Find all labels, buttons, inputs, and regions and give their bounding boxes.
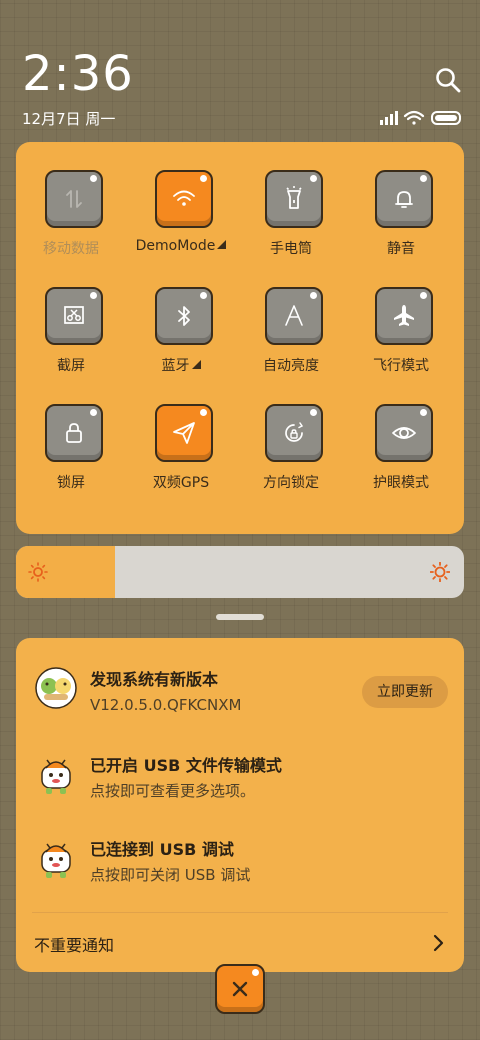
- auto-brightness-icon: [285, 305, 303, 326]
- expand-triangle-icon[interactable]: [217, 240, 227, 249]
- tile-label: 静音: [346, 238, 456, 258]
- wifi-icon: [173, 190, 195, 206]
- tile-toggle[interactable]: [265, 170, 323, 228]
- tile-toggle[interactable]: [155, 287, 213, 345]
- airplane-icon: [394, 305, 414, 326]
- tile-label: DemoMode: [126, 238, 236, 254]
- tile-auto-brightness[interactable]: 自动亮度: [236, 259, 346, 374]
- screenshot-icon: [64, 306, 84, 324]
- tile-eye[interactable]: 护眼模式: [346, 376, 456, 491]
- tile-label-text: 自动亮度: [263, 358, 319, 374]
- bluetooth-icon: [178, 306, 190, 326]
- tile-toggle[interactable]: [265, 404, 323, 462]
- close-icon: [232, 981, 248, 997]
- tile-label: 双频GPS: [126, 472, 236, 492]
- tile-flashlight[interactable]: 手电筒: [236, 142, 346, 257]
- tile-label-text: 移动数据: [43, 241, 99, 257]
- tile-label-text: 锁屏: [57, 475, 85, 491]
- tile-mobile-data[interactable]: 移动数据: [16, 142, 126, 257]
- notification-subtitle: V12.0.5.0.QFKCNXM: [90, 696, 242, 714]
- signal-icon: [380, 111, 398, 125]
- tile-lock[interactable]: 锁屏: [16, 376, 126, 491]
- update-now-button[interactable]: 立即更新: [362, 676, 448, 708]
- app-icon: [35, 667, 77, 709]
- android-icon: [41, 759, 71, 794]
- notification-title: 已开启 USB 文件传输模式: [90, 756, 282, 775]
- tile-screenshot[interactable]: 截屏: [16, 259, 126, 374]
- tile-label-text: 飞行模式: [373, 358, 429, 374]
- notification-usb-debug[interactable]: 已连接到 USB 调试 点按即可关闭 USB 调试: [16, 832, 464, 912]
- tile-label: 锁屏: [16, 472, 126, 492]
- clear-all-button[interactable]: [215, 964, 265, 1014]
- tile-label: 自动亮度: [236, 355, 346, 375]
- tile-toggle[interactable]: [155, 404, 213, 462]
- drag-handle[interactable]: [216, 614, 264, 620]
- tile-toggle[interactable]: [265, 287, 323, 345]
- tile-airplane[interactable]: 飞行模式: [346, 259, 456, 374]
- tile-label: 手电筒: [236, 238, 346, 258]
- search-icon[interactable]: [434, 66, 462, 94]
- tile-label-text: 方向锁定: [263, 475, 319, 491]
- expand-triangle-icon[interactable]: [191, 360, 201, 369]
- notification-usb-transfer[interactable]: 已开启 USB 文件传输模式 点按即可查看更多选项。: [16, 748, 464, 828]
- status-icons: [380, 110, 461, 125]
- tile-label-text: 手电筒: [270, 241, 312, 257]
- tile-label-text: DemoMode: [135, 238, 216, 254]
- lock-icon: [66, 423, 82, 443]
- unimportant-notifications-link[interactable]: 不重要通知: [34, 932, 114, 956]
- battery-icon: [431, 111, 461, 125]
- tile-label-text: 双频GPS: [152, 475, 210, 491]
- bell-icon: [395, 191, 413, 208]
- tile-label: 蓝牙: [126, 355, 236, 375]
- tile-bell[interactable]: 静音: [346, 142, 456, 257]
- tile-label: 方向锁定: [236, 472, 346, 492]
- mobile-data-icon: [66, 190, 82, 208]
- tile-rotation-lock[interactable]: 方向锁定: [236, 376, 346, 491]
- status-bar: 2:36 12月7日 周一: [0, 0, 480, 140]
- tile-toggle[interactable]: [375, 170, 433, 228]
- tile-label-text: 截屏: [57, 358, 85, 374]
- divider: [32, 912, 448, 913]
- clock[interactable]: 2:36: [22, 48, 134, 100]
- notification-title: 已连接到 USB 调试: [90, 840, 234, 859]
- tile-wifi[interactable]: DemoMode: [126, 142, 236, 254]
- tile-toggle[interactable]: [45, 404, 103, 462]
- eye-icon: [392, 427, 416, 439]
- tile-label-text: 护眼模式: [373, 475, 429, 491]
- tile-toggle[interactable]: [375, 287, 433, 345]
- sun-large-icon: [430, 562, 450, 582]
- tile-toggle[interactable]: [45, 287, 103, 345]
- notification-panel: 发现系统有新版本 V12.0.5.0.QFKCNXM 立即更新 已开启 USB …: [16, 638, 464, 972]
- tile-label-text: 蓝牙: [161, 358, 190, 374]
- tile-gps[interactable]: 双频GPS: [126, 376, 236, 491]
- notification-subtitle: 点按即可关闭 USB 调试: [90, 866, 251, 884]
- notification-system-update[interactable]: 发现系统有新版本 V12.0.5.0.QFKCNXM 立即更新: [16, 662, 464, 742]
- tile-toggle[interactable]: [155, 170, 213, 228]
- tile-label: 护眼模式: [346, 472, 456, 492]
- tile-toggle[interactable]: [375, 404, 433, 462]
- wifi-icon: [403, 110, 425, 125]
- notification-subtitle: 点按即可查看更多选项。: [90, 782, 256, 800]
- quick-settings-panel: 移动数据 DemoMode 手电筒 静音截屏 蓝牙 自动亮度 飞行模式锁屏 双频GPS 方向锁定…: [16, 142, 464, 669]
- tile-label: 截屏: [16, 355, 126, 375]
- notification-title: 发现系统有新版本: [90, 670, 219, 689]
- flashlight-icon: [286, 186, 302, 209]
- tile-label: 飞行模式: [346, 355, 456, 375]
- sun-small-icon: [28, 562, 48, 582]
- tile-toggle[interactable]: [45, 170, 103, 228]
- tile-label: 移动数据: [16, 238, 126, 258]
- android-icon: [41, 843, 71, 878]
- brightness-slider[interactable]: [16, 546, 464, 598]
- chevron-right-icon[interactable]: [430, 934, 446, 952]
- rotation-lock-icon: [285, 422, 304, 442]
- tile-bluetooth[interactable]: 蓝牙: [126, 259, 236, 374]
- tile-label-text: 静音: [387, 241, 415, 257]
- date[interactable]: 12月7日 周一: [22, 108, 115, 129]
- gps-icon: [173, 422, 195, 444]
